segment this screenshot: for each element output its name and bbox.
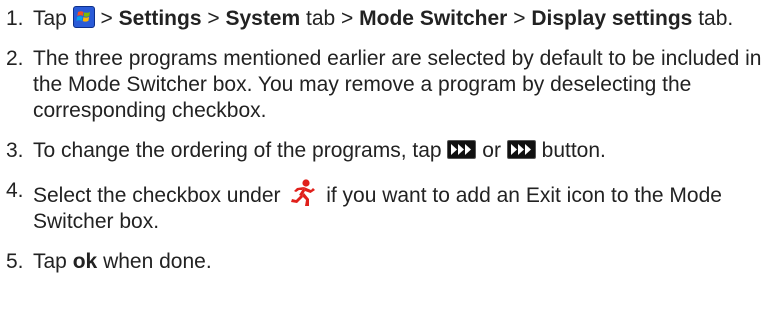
mode-switcher-label: Mode Switcher	[359, 7, 508, 30]
settings-label: Settings	[118, 7, 202, 30]
step-3: 3. To change the ordering of the program…	[0, 138, 771, 164]
step-text: Tap ok when done.	[33, 250, 212, 273]
step-2: 2. The three programs mentioned earlier …	[0, 46, 771, 124]
step-number: 1.	[6, 7, 24, 30]
step-5: 5. Tap ok when done.	[0, 249, 771, 275]
ok-label: ok	[72, 250, 98, 273]
system-label: System	[225, 7, 301, 30]
instruction-document: 1. Tap > Settings > System tab > Mode Sw…	[0, 0, 771, 333]
step-1: 1. Tap > Settings > System tab > Mode Sw…	[0, 6, 771, 32]
step-4: 4. Select the checkbox under if you want…	[0, 178, 771, 235]
step-text: The three programs mentioned earlier are…	[33, 47, 762, 122]
display-settings-label: Display settings	[531, 7, 693, 30]
step-number: 3.	[6, 139, 24, 162]
step-number: 5.	[6, 250, 24, 273]
windows-start-icon	[72, 6, 95, 28]
step-text: Select the checkbox under if you want to…	[33, 179, 722, 233]
step-text: Tap > Settings > System tab > Mode Switc…	[33, 6, 734, 30]
step-text: To change the ordering of the programs, …	[33, 139, 606, 162]
fast-forward-button-icon	[506, 140, 536, 159]
step-number: 2.	[6, 47, 24, 70]
step-number: 4.	[6, 179, 24, 202]
steps-list: 1. Tap > Settings > System tab > Mode Sw…	[0, 6, 771, 275]
running-man-exit-icon	[288, 178, 318, 208]
fast-forward-button-icon	[447, 140, 477, 159]
